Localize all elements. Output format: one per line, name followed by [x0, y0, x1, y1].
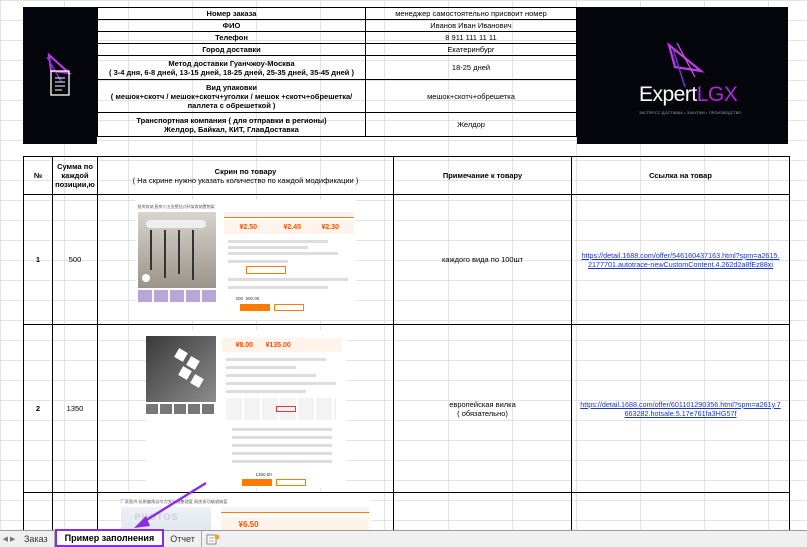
- row-num[interactable]: 2: [23, 324, 53, 493]
- header-link[interactable]: Ссылка на товар: [571, 156, 790, 195]
- order-info-key[interactable]: Город доставки: [97, 43, 366, 56]
- shot2-total: 1350.00: [255, 471, 272, 477]
- row-link[interactable]: https://detail.1688.com/offer/5461604371…: [571, 194, 790, 325]
- order-info-table: Номер заказа менеджер самостоятельно прис…: [97, 7, 577, 137]
- order-info-value[interactable]: Желдор: [365, 112, 577, 137]
- order-info-key-text: Вид упаковки: [206, 82, 257, 92]
- shot2-price-a: ¥8.00: [235, 341, 254, 349]
- order-info-key[interactable]: Номер заказа: [97, 7, 366, 20]
- tab-order[interactable]: Заказ: [18, 531, 55, 547]
- row-sum[interactable]: 1350: [52, 324, 98, 493]
- shot1-qty: 200 500.00: [235, 295, 260, 301]
- expertlgx-arrow-icon: [667, 41, 705, 88]
- tab-scroll-arrows[interactable]: ◀ ▶: [0, 531, 18, 547]
- row-note[interactable]: европейская вилка ( обязательно): [393, 324, 572, 493]
- add-sheet-icon: [206, 534, 220, 544]
- order-info-row: Город доставки Екатеринбург: [97, 43, 577, 56]
- brand-tagline: ЭКСПРЕСС ДОСТАВКА • ЗАКУПКИ • ПРОИЗВОДСТ…: [639, 111, 742, 115]
- order-info-key[interactable]: Транспортная компания ( для отправки в р…: [97, 112, 366, 137]
- order-info-row: Метод доставки Гуанчжоу-Москва( 3-4 дня,…: [97, 55, 577, 80]
- tab-next-icon[interactable]: ▶: [10, 535, 15, 543]
- order-info-value[interactable]: 8 911 111 11 11: [365, 31, 577, 44]
- tab-example[interactable]: Пример заполнения: [54, 529, 165, 547]
- products-table: № Сумма по каждой позиции,ю Скрин по тов…: [23, 156, 790, 530]
- horizontal-scrollbar[interactable]: [224, 531, 807, 547]
- shot2-price-b: ¥135.00: [265, 341, 291, 349]
- brand-icon-box: [23, 7, 97, 144]
- play-icon: [141, 273, 150, 282]
- header-num[interactable]: №: [23, 156, 53, 195]
- order-info-value[interactable]: 18-25 дней: [365, 55, 577, 80]
- thumb-strip: [137, 289, 216, 302]
- table-header-row: № Сумма по каждой позиции,ю Скрин по тов…: [23, 156, 790, 195]
- shot1-price-c: ¥2.30: [321, 223, 340, 231]
- row-num[interactable]: [23, 492, 53, 530]
- row-link[interactable]: [571, 492, 790, 530]
- order-info-key[interactable]: ФИО: [97, 19, 366, 32]
- product-screenshot-1: 厨房收纳 厨房小五金壁挂式杯架收纳置物架 ¥2.50 ¥2.45 ¥2.30 2…: [135, 199, 356, 320]
- order-info-key-text: Номер заказа: [206, 9, 257, 18]
- add-sheet-button[interactable]: [202, 531, 224, 547]
- header-screen-title: Скрин по товару: [214, 166, 277, 176]
- order-info-value[interactable]: Екатеринбург: [365, 43, 577, 56]
- order-info-key-sub: Желдор, Байкал, КИТ, ГлавДоставка: [164, 124, 299, 134]
- order-info-row: Телефон 8 911 111 11 11: [97, 31, 577, 44]
- row-link[interactable]: https://detail.1688.com/offer/6011012903…: [571, 324, 790, 493]
- row-num[interactable]: 1: [23, 194, 53, 325]
- order-info-row: Вид упаковки( мешок+скотч / мешок+скотч+…: [97, 79, 577, 113]
- header-note[interactable]: Примечание к товару: [393, 156, 572, 195]
- order-info-key-text: Метод доставки Гуанчжоу-Москва: [168, 58, 295, 68]
- order-info-key-text: Транспортная компания ( для отправки в р…: [136, 115, 327, 125]
- order-info-row: Транспортная компания ( для отправки в р…: [97, 112, 577, 137]
- expertlgx-logo: ExpertLGX ЭКСПРЕСС ДОСТАВКА • ЗАКУПКИ • …: [577, 7, 788, 144]
- table-row: 1 500 厨房收纳 厨房小五金壁挂式杯架收纳置物架 ¥2.50 ¥2.45 ¥…: [23, 194, 790, 325]
- order-info-row: Номер заказа менеджер самостоятельно прис…: [97, 7, 577, 20]
- header-screen[interactable]: Скрин по товару ( На скрине нужно указат…: [97, 156, 394, 195]
- row-note-text: европейская вилка ( обязательно): [449, 399, 516, 418]
- brand-name: ExpertLGX: [639, 83, 738, 106]
- sheet-tab-bar: ◀ ▶ Заказ Пример заполнения Отчет: [0, 529, 807, 547]
- row-screenshot-cell[interactable]: 厨房收纳 厨房小五金壁挂式杯架收纳置物架 ¥2.50 ¥2.45 ¥2.30 2…: [97, 194, 394, 325]
- order-info-row: ФИО Иванов Иван Иванович: [97, 19, 577, 32]
- row-screenshot-cell[interactable]: ¥8.00 ¥135.00 1350.00: [97, 324, 394, 493]
- order-info-key-text: Телефон: [215, 33, 248, 42]
- annotation-arrow-icon: [134, 481, 207, 528]
- row-sum[interactable]: [52, 492, 98, 530]
- product-image: [145, 335, 216, 402]
- product-screenshot-2: ¥8.00 ¥135.00 1350.00: [145, 329, 346, 488]
- order-info-value[interactable]: Иванов Иван Иванович: [365, 19, 577, 32]
- order-info-value[interactable]: менеджер самостоятельно присвоит номер: [365, 7, 577, 20]
- shot1-title: 厨房收纳 厨房小五金壁挂式杯架收纳置物架: [137, 203, 215, 209]
- brand-mark-icon: [46, 51, 72, 96]
- tab-prev-icon[interactable]: ◀: [3, 535, 8, 543]
- table-row: 2 1350 ¥8.00 ¥135.00 1350.00 европейская…: [23, 324, 790, 493]
- row-note[interactable]: каждого вида по 100шт: [393, 194, 572, 325]
- order-info-key[interactable]: Вид упаковки( мешок+скотч / мешок+скотч+…: [97, 79, 366, 113]
- order-info-key-text: ФИО: [222, 21, 241, 30]
- order-info-key-sub: ( мешок+скотч / мешок+скотч+уголки / меш…: [110, 91, 353, 110]
- order-info-key[interactable]: Метод доставки Гуанчжоу-Москва( 3-4 дня,…: [97, 55, 366, 80]
- order-info-key[interactable]: Телефон: [97, 31, 366, 44]
- spreadsheet-sheet[interactable]: Номер заказа менеджер самостоятельно прис…: [0, 0, 807, 530]
- shot3-price: ¥6.50: [238, 520, 259, 529]
- shot1-price-a: ¥2.50: [239, 223, 258, 231]
- row-note[interactable]: [393, 492, 572, 530]
- order-info-key-text: Город доставки: [202, 45, 261, 54]
- product-image: [137, 211, 216, 288]
- order-info-value[interactable]: мешок+скотч+обрешетка: [365, 79, 577, 113]
- shot1-price-b: ¥2.45: [283, 223, 302, 231]
- header-sum[interactable]: Сумма по каждой позиции,ю: [52, 156, 98, 195]
- tab-report[interactable]: Отчет: [164, 531, 202, 547]
- row-sum[interactable]: 500: [52, 194, 98, 325]
- header-screen-sub: ( На скрине нужно указать количество по …: [132, 175, 359, 185]
- order-info-key-sub: ( 3-4 дня, 6-8 дней, 13-15 дней, 18-25 д…: [109, 67, 354, 77]
